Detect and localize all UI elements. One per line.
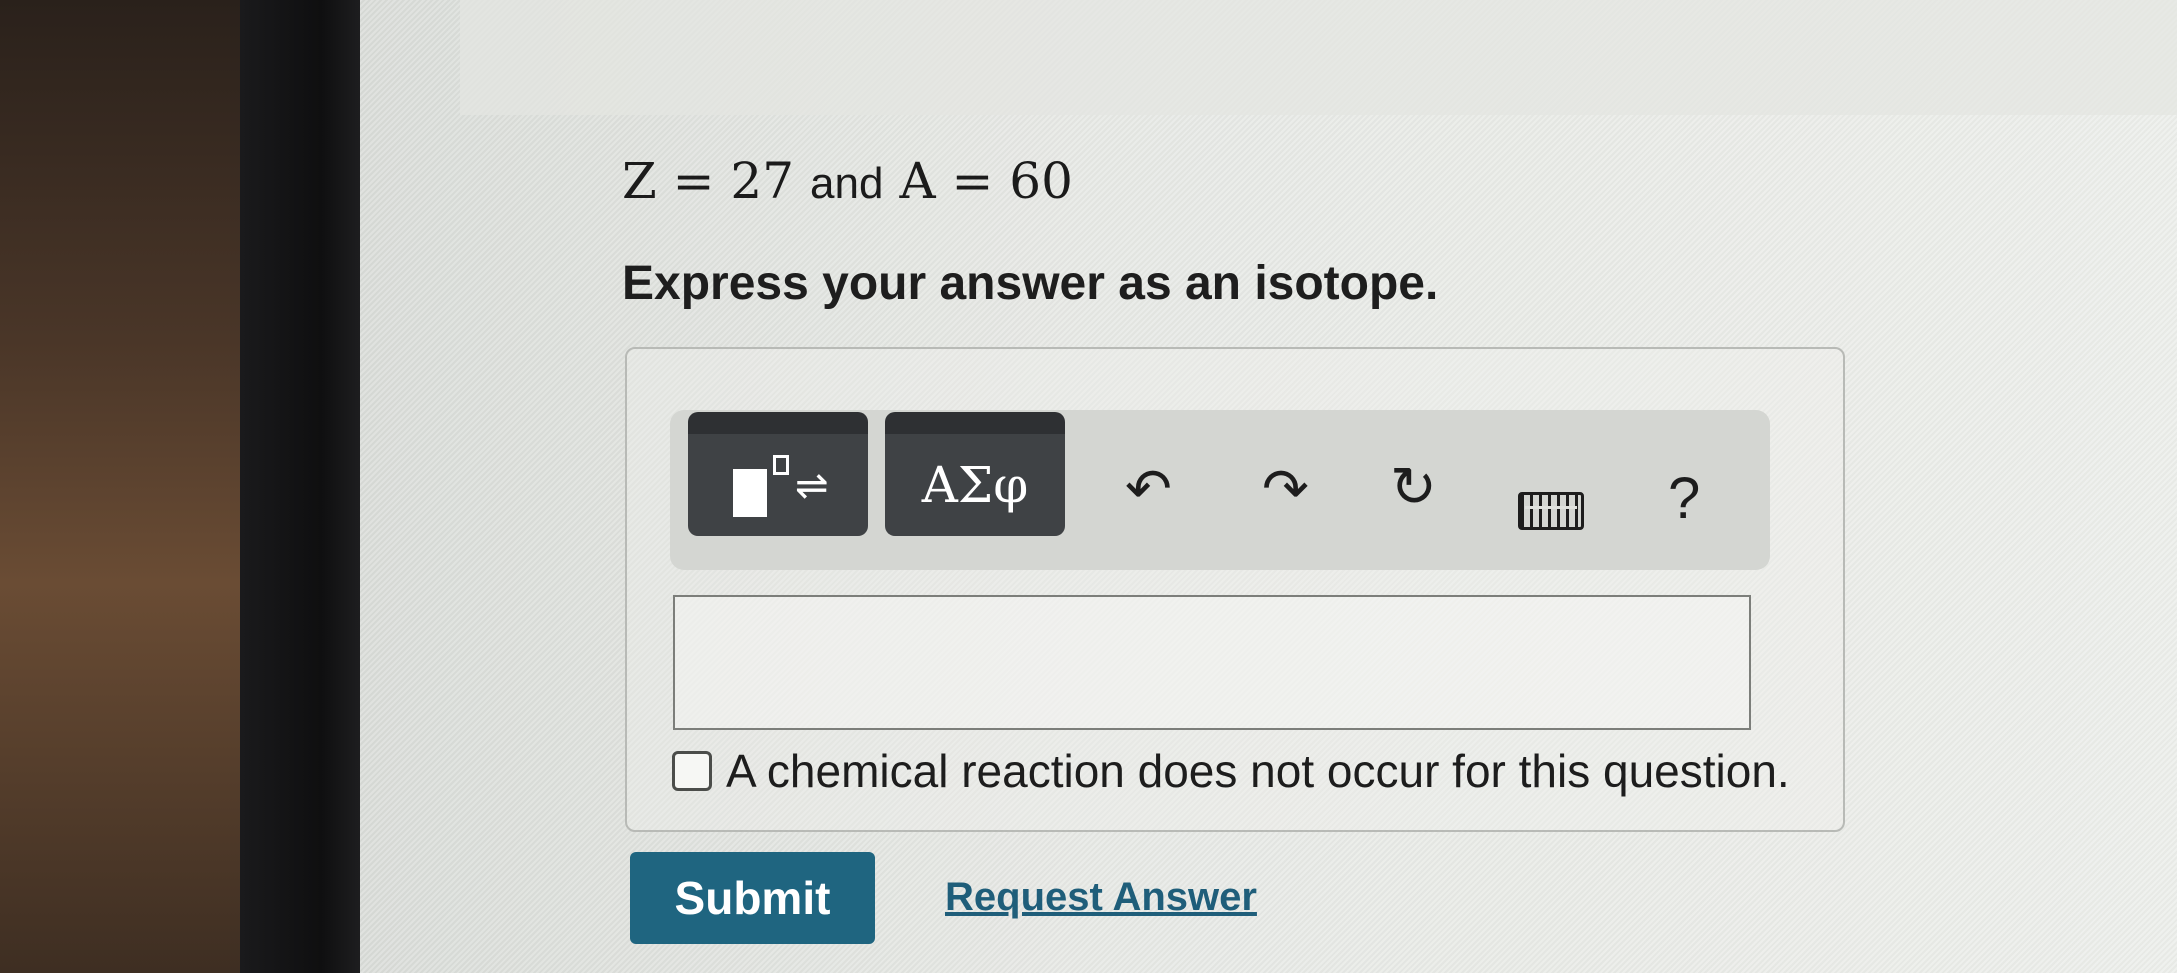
redo-icon[interactable]: ↷ <box>1262 462 1309 518</box>
monitor-bezel <box>240 0 375 973</box>
mass-number: A = 60 <box>899 152 1073 210</box>
undo-icon[interactable]: ↶ <box>1125 462 1172 518</box>
desk-background <box>0 0 250 973</box>
reset-icon[interactable]: ↻ <box>1390 460 1437 516</box>
answer-instruction: Express your answer as an isotope. <box>622 257 1439 310</box>
no-reaction-label: A chemical reaction does not occur for t… <box>726 745 1790 797</box>
templates-icon: ⇌ <box>723 445 833 525</box>
header-band <box>460 0 2177 115</box>
question-statement: Z = 27 and A = 60 <box>622 152 1073 210</box>
question-conjunction: and <box>810 159 884 208</box>
keyboard-icon[interactable] <box>1518 492 1584 530</box>
no-reaction-checkbox[interactable] <box>672 751 712 791</box>
symbols-button[interactable]: ΑΣφ <box>885 412 1065 536</box>
atomic-number: Z = 27 <box>622 152 795 210</box>
request-answer-link[interactable]: Request Answer <box>945 875 1257 920</box>
answer-input[interactable] <box>673 595 1751 730</box>
help-button[interactable]: ? <box>1668 470 1700 528</box>
templates-button[interactable]: ⇌ <box>688 412 868 536</box>
submit-button[interactable]: Submit <box>630 852 875 944</box>
no-reaction-option[interactable]: A chemical reaction does not occur for t… <box>672 744 1790 798</box>
